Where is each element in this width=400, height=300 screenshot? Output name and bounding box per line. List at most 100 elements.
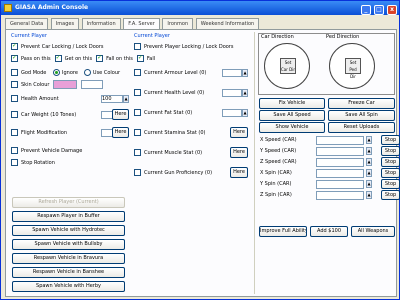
weight-label: Car Weight (10 Tones) [21, 111, 77, 118]
spawn-hydrotec-button[interactable]: Spawn Vehicle with Hydrotec [12, 225, 125, 236]
health-input[interactable]: 100 [101, 94, 123, 103]
window-title: GIASA Admin Console [15, 4, 89, 11]
armour-input[interactable] [222, 68, 242, 77]
health-level-input[interactable] [222, 88, 242, 97]
fat-stat-input[interactable] [222, 108, 242, 117]
pass-label-1: Pass on this [21, 55, 51, 62]
title-bar[interactable]: GIASA Admin Console _ □ x [1, 1, 399, 15]
y-speed-stop-button[interactable]: Stop [381, 146, 400, 156]
window-controls: _ □ x [360, 3, 397, 17]
weight-here-button[interactable]: Here [112, 109, 129, 120]
pass-checkbox-2[interactable] [54, 54, 62, 62]
skin-colour-label: Skin Colour [21, 81, 50, 88]
set-ped-dir-button[interactable]: Set Ped Dir [345, 58, 361, 79]
z-spin-input[interactable] [316, 191, 364, 200]
tab-weekend-information[interactable]: Weekend Information [195, 18, 260, 29]
health-spinner[interactable]: ▲ [123, 94, 129, 103]
colour-swatch[interactable] [53, 80, 77, 89]
car-direction-label: Car Direction [261, 34, 294, 40]
stamina-here-button[interactable]: Here [230, 127, 248, 138]
respawn-banshee-button[interactable]: Respawn Vehicle in Banshee [12, 267, 125, 278]
stop-rotation-checkbox[interactable] [11, 159, 18, 166]
z-speed-stop-button[interactable]: Stop [381, 157, 400, 167]
colour-ignore-radio[interactable] [53, 69, 60, 76]
stamina-checkbox[interactable] [134, 129, 141, 136]
z-speed-spinner[interactable]: ▲ [366, 158, 372, 166]
gun-checkbox[interactable] [134, 169, 141, 176]
muscle-here-button[interactable]: Here [230, 147, 248, 158]
colour-use-radio[interactable] [83, 69, 91, 76]
z-spin-spinner[interactable]: ▲ [366, 191, 372, 199]
weight-checkbox[interactable] [11, 111, 18, 118]
fat-stat-checkbox[interactable] [134, 109, 141, 116]
maximize-button[interactable]: □ [373, 5, 384, 15]
spawn-bullsby-button[interactable]: Spawn Vehicle with Bullsby [12, 239, 125, 250]
y-speed-input[interactable] [316, 147, 364, 156]
y-speed-spinner[interactable]: ▲ [366, 147, 372, 155]
stamina-row: Current Stamina Stat (0) [134, 128, 222, 137]
z-spin-stop-button[interactable]: Stop [381, 190, 400, 200]
x-spin-stop-button[interactable]: Stop [381, 168, 400, 178]
prevent-damage-row[interactable]: Prevent Vehicle Damage [11, 146, 82, 155]
spawn-herby-button[interactable]: Spawn Vehicle with Herby [12, 281, 125, 292]
improve-ability-button[interactable]: Improve Full Ability [259, 226, 307, 237]
health-level-checkbox[interactable] [134, 89, 141, 96]
z-speed-input[interactable] [316, 158, 364, 167]
lock-checkbox[interactable] [11, 42, 18, 50]
player-lock-row[interactable]: Prevent Player Locking / Lock Doors [134, 42, 233, 51]
pass-checkbox-1[interactable] [11, 54, 18, 62]
reset-uploads-button[interactable]: Reset Uploads [328, 122, 395, 133]
health-level-spinner[interactable]: ▲ [242, 88, 248, 97]
y-spin-label: Y Spin (CAR) [260, 181, 292, 187]
colour-row: Skin Colour [11, 80, 103, 89]
x-speed-stop-button[interactable]: Stop [381, 135, 400, 145]
tab-images[interactable]: Images [50, 18, 80, 29]
close-button[interactable]: x [387, 5, 397, 15]
colour-value-field[interactable] [81, 80, 103, 89]
pass-checkbox-4[interactable] [136, 54, 144, 62]
respawn-buffer-button[interactable]: Respawn Player in Buffer [12, 211, 125, 222]
x-speed-spinner[interactable]: ▲ [366, 136, 372, 144]
freeze-car-button[interactable]: Freeze Car [328, 98, 395, 109]
x-speed-input[interactable] [316, 136, 364, 145]
ped-direction-dial[interactable]: Set Ped Dir [329, 43, 375, 89]
tab-ironmon[interactable]: Ironmon [162, 18, 194, 29]
add-money-button[interactable]: Add $100 [310, 226, 348, 237]
fix-vehicle-button[interactable]: Fix Vehicle [259, 98, 325, 109]
y-spin-stop-button[interactable]: Stop [381, 179, 400, 189]
pass-checkbox-3[interactable] [96, 54, 104, 62]
armour-checkbox[interactable] [134, 69, 141, 76]
current-player-title-2: Current Player [134, 33, 170, 39]
fat-stat-spinner[interactable]: ▲ [242, 108, 248, 117]
stop-rotation-row[interactable]: Stop Rotation [11, 158, 55, 167]
flight-checkbox[interactable] [11, 129, 18, 136]
refresh-player-button[interactable]: Refresh Player (Current) [12, 197, 125, 208]
minimize-button[interactable]: _ [360, 5, 371, 15]
player-lock-checkbox[interactable] [134, 43, 141, 50]
gun-here-button[interactable]: Here [230, 167, 248, 178]
y-speed-label: Y Speed (CAR) [260, 148, 297, 154]
y-spin-input[interactable] [316, 180, 364, 189]
muscle-checkbox[interactable] [134, 149, 141, 156]
all-weapons-button[interactable]: All Weapons [351, 226, 395, 237]
car-direction-dial[interactable]: Set Car Dir [264, 43, 310, 89]
save-all-speed-button[interactable]: Save All Speed [259, 110, 325, 121]
tab-information[interactable]: Information [81, 18, 121, 29]
lock-row[interactable]: Prevent Car Locking / Lock Doors [11, 42, 104, 51]
armour-spinner[interactable]: ▲ [242, 68, 248, 77]
flight-here-button[interactable]: Here [112, 127, 129, 138]
x-spin-spinner[interactable]: ▲ [366, 169, 372, 177]
god-mode-checkbox[interactable] [11, 69, 18, 76]
colour-checkbox[interactable] [11, 81, 18, 88]
tab-general-data[interactable]: General Data [5, 18, 49, 29]
y-spin-spinner[interactable]: ▲ [366, 180, 372, 188]
stat-row-x-speed: X Speed (CAR) ▲ Stop [260, 135, 400, 146]
set-car-dir-button[interactable]: Set Car Dir [280, 58, 296, 74]
prevent-damage-checkbox[interactable] [11, 147, 18, 154]
show-vehicle-button[interactable]: Show Vehicle [259, 122, 325, 133]
respawn-bravura-button[interactable]: Respawn Vehicle in Bravura [12, 253, 125, 264]
save-all-spin-button[interactable]: Save All Spin [328, 110, 395, 121]
x-spin-input[interactable] [316, 169, 364, 178]
health-checkbox[interactable] [11, 95, 18, 102]
tab-panel: Current Player Prevent Car Locking / Loc… [5, 29, 400, 297]
